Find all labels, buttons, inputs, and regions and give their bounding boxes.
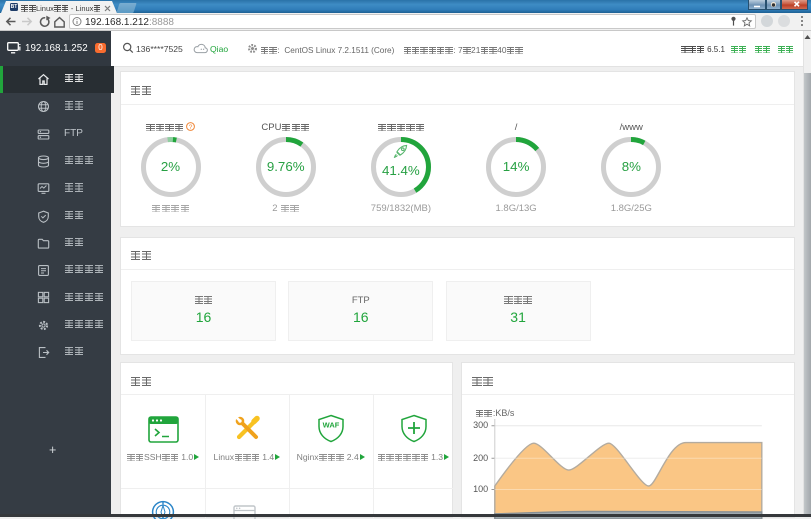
svg-text:WAF: WAF bbox=[322, 420, 339, 429]
svg-text:?: ? bbox=[189, 124, 193, 131]
